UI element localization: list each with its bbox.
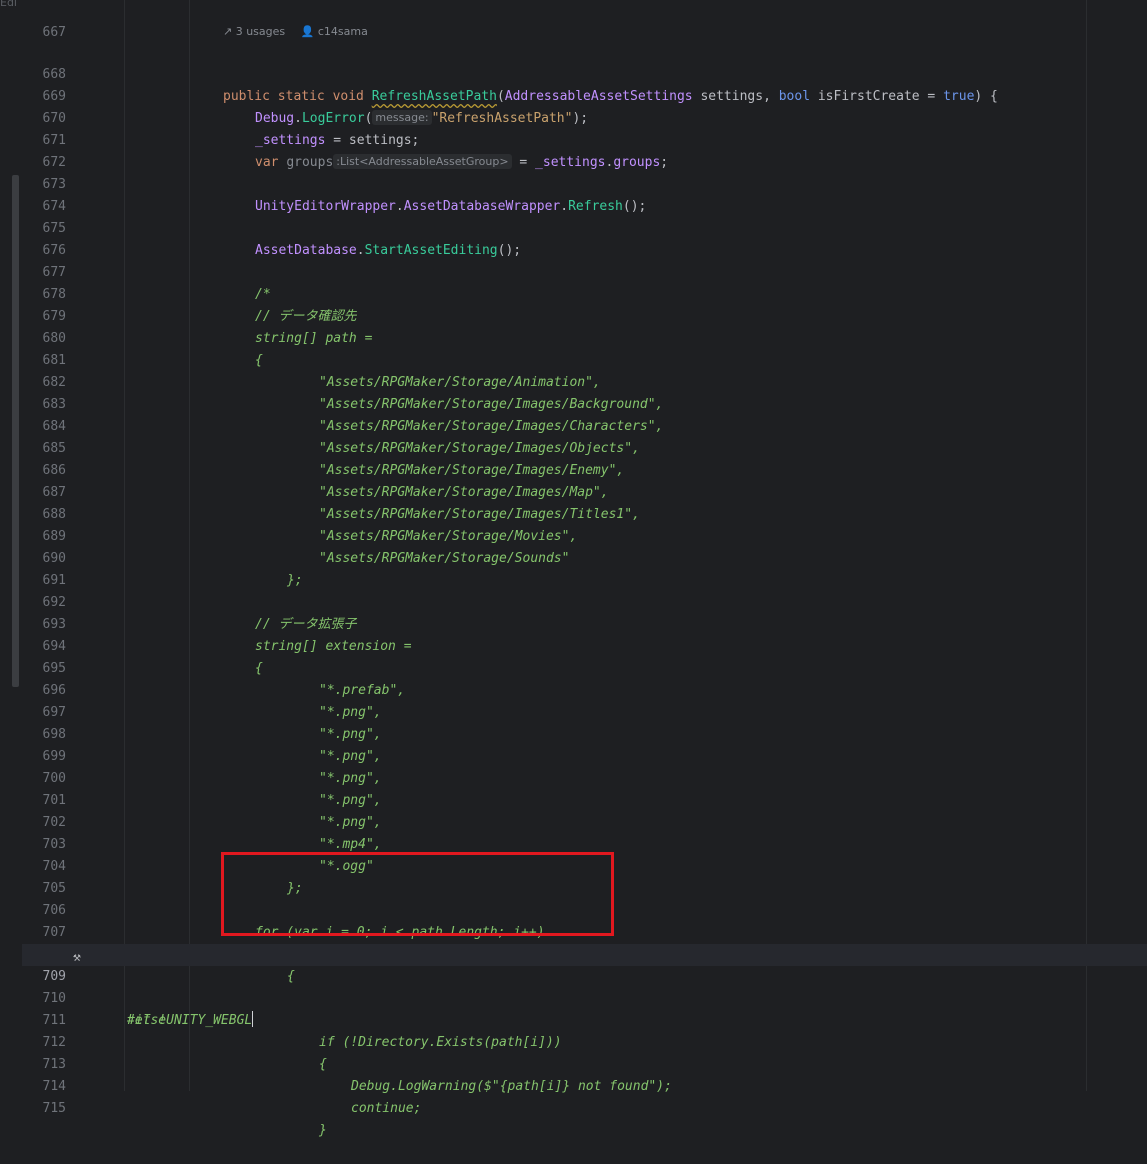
code-line: 702 "*.mp4", <box>22 790 1147 852</box>
code-line: 669 Debug.LogError(message: "RefreshAsset… <box>22 64 1147 126</box>
code-line: 683 "Assets/RPGMaker/Storage/Images/Char… <box>22 372 1147 434</box>
code-line: 670 _settings = settings; <box>22 86 1147 148</box>
usages-link[interactable]: ↗ 3 usages <box>223 25 291 38</box>
code-line: 686 "Assets/RPGMaker/Storage/Images/Map"… <box>22 438 1147 500</box>
code-line: 711 if (!Directory.Exists(path[i])) <box>22 988 1147 1050</box>
code-line: 690 }; <box>22 526 1147 588</box>
code-line: 680 { <box>22 306 1147 368</box>
code-line: 667 <box>22 0 1147 40</box>
code-line: 676 <box>22 218 1147 258</box>
panel-scrollbar[interactable] <box>12 175 19 687</box>
code-line: 668 public static void RefreshAssetPath(… <box>22 42 1147 104</box>
line-number: 715 <box>42 1101 66 1116</box>
code-line: 714 continue; <box>22 1054 1147 1116</box>
code-line: 681 "Assets/RPGMaker/Storage/Animation", <box>22 328 1147 390</box>
code-line: 684 "Assets/RPGMaker/Storage/Images/Obje… <box>22 394 1147 456</box>
code-line: 703 "*.ogg" <box>22 812 1147 874</box>
code-line: 688 "Assets/RPGMaker/Storage/Movies", <box>22 482 1147 544</box>
code-line: 699 "*.png", <box>22 724 1147 786</box>
code-line: 701 "*.png", <box>22 768 1147 830</box>
author-label: 👤 c14sama <box>300 25 368 38</box>
code-line: 675 AssetDatabase.StartAssetEditing(); <box>22 196 1147 258</box>
code-line: 672 <box>22 130 1147 170</box>
code-line: 693 string[] extension = <box>22 592 1147 654</box>
code-line: 692 // データ拡張子 <box>22 570 1147 632</box>
code-line: 679 string[] path = <box>22 284 1147 346</box>
code-line: 695 "*.prefab", <box>22 636 1147 698</box>
code-text[interactable]: } <box>319 1120 327 1142</box>
code-line: 687 "Assets/RPGMaker/Storage/Images/Titl… <box>22 460 1147 522</box>
code-line: 689 "Assets/RPGMaker/Storage/Sounds" <box>22 504 1147 566</box>
code-line: 677 /* <box>22 240 1147 302</box>
code-line: 713 Debug.LogWarning($"{path[i]} not fou… <box>22 1032 1147 1094</box>
highlight-annotation-box <box>221 852 614 936</box>
code-line: 673 UnityEditorWrapper.AssetDatabaseWrap… <box>22 152 1147 214</box>
code-line: 697 "*.png", <box>22 680 1147 742</box>
codelens: ↗ 3 usages 👤 c14sama <box>223 24 380 40</box>
code-line: 710 #else <box>22 966 1147 1028</box>
code-line: 678 // データ確認先 <box>22 262 1147 324</box>
code-line: 694 { <box>22 614 1147 676</box>
editor-tab-edge-label: Edi <box>0 0 17 9</box>
code-line: 715 } <box>22 1076 1147 1138</box>
left-tool-strip: Edi <box>0 0 22 1091</box>
code-line: 674 <box>22 174 1147 214</box>
code-line: 700 "*.png", <box>22 746 1147 808</box>
line-number: 667 <box>42 25 66 40</box>
code-text[interactable]: continue; <box>351 1098 421 1120</box>
code-line: 696 "*.png", <box>22 658 1147 720</box>
code-line: 691 <box>22 548 1147 588</box>
code-line: 712 { <box>22 1010 1147 1072</box>
code-line: 698 "*.png", <box>22 702 1147 764</box>
code-line: 685 "Assets/RPGMaker/Storage/Images/Enem… <box>22 416 1147 478</box>
code-line: 671 var groups:List<AddressableAssetGrou… <box>22 108 1147 170</box>
current-code-line: 709 ⚒ #if !UNITY_WEBGL <box>22 944 1147 1028</box>
code-line: 682 "Assets/RPGMaker/Storage/Images/Back… <box>22 350 1147 412</box>
code-editor[interactable]: ↗ 3 usages 👤 c14sama 667 668 public stat… <box>22 0 1147 1138</box>
